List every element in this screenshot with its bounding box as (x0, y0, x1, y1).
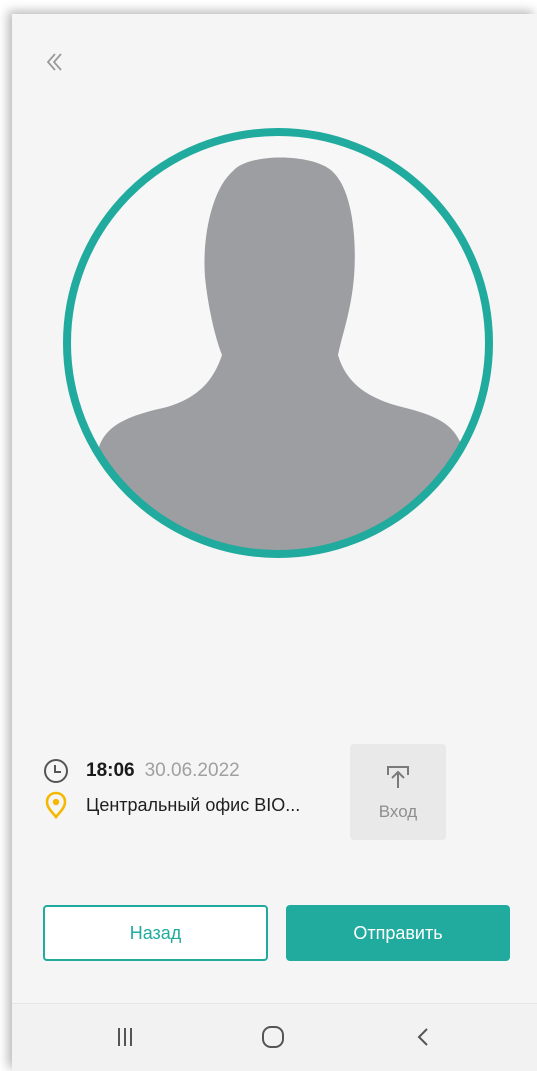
photo-confirmation-screen: 18:06 30.06.2022 Центральный офис BIO...… (12, 14, 537, 1071)
entry-type-label: Вход (378, 801, 418, 821)
location-row: Центральный офис BIO... (42, 788, 300, 822)
location-pin-icon (42, 791, 70, 819)
person-silhouette-icon (62, 127, 494, 559)
upload-arrow-icon (384, 763, 412, 796)
back-button[interactable]: Назад (43, 905, 268, 961)
send-button[interactable]: Отправить (286, 905, 510, 961)
time-row: 18:06 30.06.2022 (42, 754, 300, 788)
date-value: 30.06.2022 (144, 760, 240, 781)
recent-apps-icon[interactable] (110, 1024, 140, 1050)
attendance-info: 18:06 30.06.2022 Центральный офис BIO... (42, 754, 300, 822)
double-chevron-left-icon[interactable] (42, 48, 70, 76)
time-value: 18:06 (86, 760, 135, 781)
location-name: Центральный офис BIO... (86, 794, 301, 815)
clock-icon (42, 757, 70, 785)
system-navigation-bar (12, 1003, 537, 1071)
entry-type-card[interactable]: Вход (350, 744, 446, 840)
back-chevron-icon[interactable] (408, 1024, 438, 1050)
home-icon[interactable] (258, 1024, 288, 1050)
